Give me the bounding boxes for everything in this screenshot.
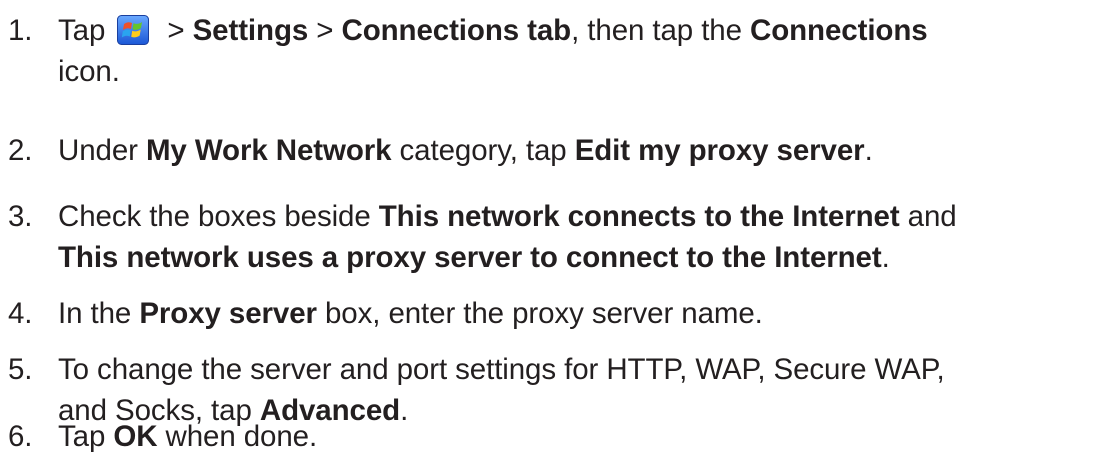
text-segment: category, tap: [391, 134, 575, 167]
step-line: In the Proxy server box, enter the proxy…: [58, 293, 1078, 334]
bold-term: Connections tab: [341, 14, 572, 47]
bold-term: This network connects to the Internet: [378, 200, 900, 233]
text-segment: In the: [58, 297, 140, 330]
text-segment: Under: [58, 134, 146, 167]
step-text: Tap > Settings > Connections tab, then t…: [58, 10, 1078, 92]
step-text: Check the boxes beside This network conn…: [58, 196, 1078, 278]
bold-term: Edit my proxy server: [574, 134, 865, 167]
text-segment: Check the boxes beside: [58, 200, 379, 233]
step-text: Tap OK when done.: [58, 416, 1078, 457]
step-text: Under My Work Network category, tap Edit…: [58, 130, 1078, 171]
text-segment: and: [899, 200, 957, 233]
text-segment: when done.: [157, 420, 318, 453]
text-segment: Tap: [58, 14, 106, 47]
step-number: 1.: [8, 14, 33, 47]
text-segment: To change the server and port settings f…: [58, 353, 945, 386]
step-line: To change the server and port settings f…: [58, 349, 1078, 390]
text-segment: box, enter the proxy server name.: [316, 297, 763, 330]
instruction-document: 1. Tap > Settings > Connections tab, the…: [0, 0, 1098, 459]
text-segment: icon.: [58, 55, 120, 88]
bold-term: This network uses a proxy server to conn…: [58, 241, 882, 274]
step-line: Under My Work Network category, tap Edit…: [58, 130, 1078, 171]
text-segment: , then tap the: [571, 14, 751, 47]
step-line: icon.: [58, 51, 1078, 92]
bold-term: Connections: [750, 14, 928, 47]
step-number: 2.: [8, 134, 33, 167]
step-number: 6.: [8, 420, 33, 453]
bold-term: Settings: [192, 14, 309, 47]
windows-start-icon: [117, 15, 150, 45]
text-segment: .: [864, 134, 873, 167]
bold-term: OK: [113, 420, 158, 453]
step-text: In the Proxy server box, enter the proxy…: [58, 293, 1078, 334]
text-segment: Tap: [58, 420, 114, 453]
step-line: Check the boxes beside This network conn…: [58, 196, 1078, 237]
text-segment: >: [159, 14, 193, 47]
bold-term: Proxy server: [139, 297, 317, 330]
bold-term: My Work Network: [145, 134, 392, 167]
text-segment: >: [308, 14, 342, 47]
step-number: 4.: [8, 297, 33, 330]
step-line: Tap OK when done.: [58, 416, 1078, 457]
step-number: 5.: [8, 353, 33, 386]
step-line: Tap > Settings > Connections tab, then t…: [58, 10, 1078, 51]
text-segment: .: [881, 241, 890, 274]
step-line: This network uses a proxy server to conn…: [58, 237, 1078, 278]
step-number: 3.: [8, 200, 33, 233]
